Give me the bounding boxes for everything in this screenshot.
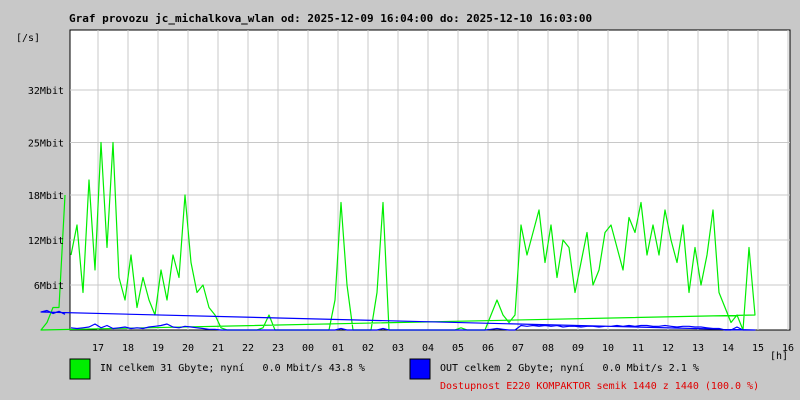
x-axis-ticks: 17 18 19 20 21 22 23 00 01 02 03 04 05 06 07 08 09 10 11 12… [92,343,794,354]
x-tick-label: 19 [152,343,164,354]
x-tick-label: 23 [272,343,284,354]
x-tick-label: 14 [722,343,734,354]
x-tick-label: 11 [632,343,644,354]
x-tick-label: 17 [92,343,104,354]
y-tick-label: 32Mbit [28,86,64,97]
x-tick-label: 02 [362,343,374,354]
x-tick-label: 13 [692,343,704,354]
y-tick-label: 12Mbit [28,236,64,247]
x-tick-label: 18 [122,343,134,354]
x-tick-label: 08 [542,343,554,354]
chart-title: Graf provozu jc_michalkova_wlan od: 2025… [69,12,592,25]
x-tick-label: 10 [602,343,614,354]
legend-in-swatch [69,358,91,380]
x-tick-label: 09 [572,343,584,354]
y-tick-label: 18Mbit [28,191,64,202]
y-axis-unit-label: [/s] [16,33,40,44]
legend-in-text: IN celkem 31 Gbyte; nyní 0.0 Mbit/s 43.8… [100,362,365,374]
x-tick-label: 15 [752,343,764,354]
x-axis-unit-label: [h] [770,351,788,362]
legend-out-text: OUT celkem 2 Gbyte; nyní 0.0 Mbit/s 2.1 … [440,362,699,374]
x-tick-label: 01 [332,343,344,354]
x-tick-label: 22 [242,343,254,354]
x-tick-label: 06 [482,343,494,354]
y-tick-label: 6Mbit [34,281,64,292]
x-tick-label: 07 [512,343,524,354]
x-tick-label: 21 [212,343,224,354]
x-tick-label: 12 [662,343,674,354]
x-tick-label: 04 [422,343,434,354]
legend-out-swatch [409,358,431,380]
x-tick-label: 03 [392,343,404,354]
traffic-chart: Graf provozu jc_michalkova_wlan od: 2025… [16,12,794,392]
y-tick-label: 25Mbit [28,139,64,150]
y-axis-ticks: 6Mbit 12Mbit 18Mbit 25Mbit 32Mbit [28,86,64,292]
x-tick-label: 00 [302,343,314,354]
x-tick-label: 05 [452,343,464,354]
x-tick-label: 20 [182,343,194,354]
availability-text: Dostupnost E220 KOMPAKTOR semik 1440 z 1… [440,381,759,392]
